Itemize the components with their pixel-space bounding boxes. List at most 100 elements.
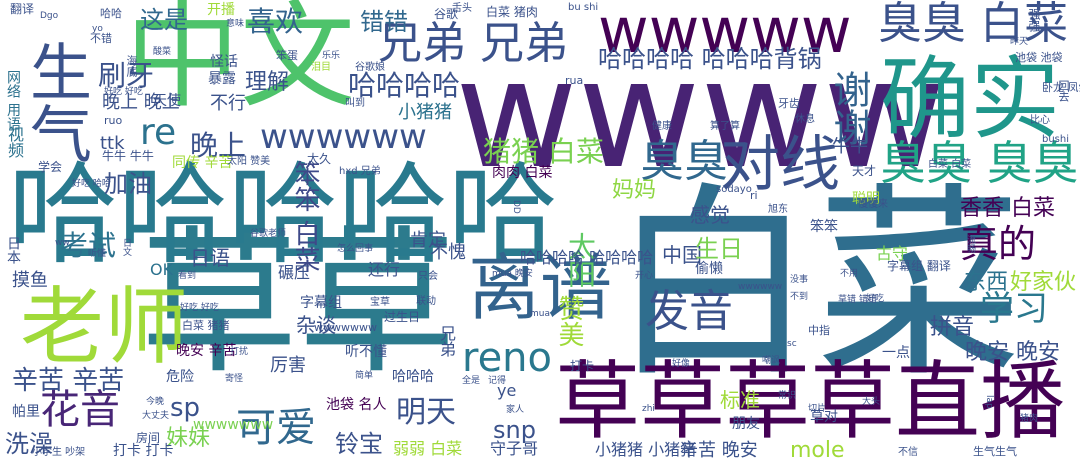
- word-cloud-term: 牙齿: [778, 97, 800, 110]
- word-cloud-term: 谷歌老师: [250, 229, 287, 239]
- word-cloud-term: 错错: [360, 8, 408, 36]
- word-cloud-term: 日语: [190, 246, 230, 270]
- word-cloud-term: 开播: [207, 2, 235, 18]
- word-cloud-term: 肉肉 白菜: [492, 165, 553, 181]
- word-cloud-term: 帕里: [12, 404, 40, 420]
- word-cloud-term: 字幕组 翻译: [887, 259, 951, 273]
- word-cloud-term: 明天: [396, 395, 456, 430]
- word-cloud-term: ruo: [104, 114, 123, 127]
- word-cloud-term: sodayo: [716, 184, 752, 195]
- word-cloud-term: 寄怪: [225, 374, 244, 384]
- word-cloud-term: 晚安 晚安: [965, 340, 1060, 365]
- word-cloud-term: 学会: [38, 160, 63, 174]
- word-cloud-term: 笨蛋: [276, 49, 298, 62]
- word-cloud-term: 听懂: [88, 249, 107, 259]
- word-cloud-term: 日文: [121, 238, 131, 256]
- word-cloud-term: 视频: [5, 126, 24, 158]
- word-cloud-term: wwwwwww: [314, 321, 377, 334]
- word-cloud-term: 标准: [720, 388, 760, 412]
- word-cloud-term: 学习: [980, 289, 1048, 329]
- word-cloud-term: 全是: [462, 376, 481, 386]
- word-cloud-term: 休息: [795, 114, 815, 125]
- word-cloud-term: 摸鱼: [12, 270, 48, 291]
- word-cloud-term: 还行: [368, 260, 401, 279]
- word-cloud-term: 守子哥: [490, 439, 539, 458]
- word-cloud-term: 笨笨 白菜: [290, 160, 320, 273]
- word-cloud-term: 切片: [808, 404, 827, 414]
- word-cloud-term: 不到: [790, 292, 809, 302]
- word-cloud-term: 确实: [880, 47, 1060, 152]
- word-cloud-term: 小猪猪 小猪猪: [595, 440, 697, 459]
- word-cloud-term: reno: [462, 335, 552, 381]
- word-cloud-term: 过生日: [384, 310, 421, 324]
- word-cloud-term: 加油: [104, 170, 152, 198]
- word-cloud-term: 哈哈哈哈 哈哈哈哈: [520, 248, 654, 267]
- word-cloud-term: 池袋 名人: [326, 397, 387, 413]
- word-cloud-term: 妈妈: [612, 178, 657, 203]
- word-cloud-term: re: [140, 112, 177, 153]
- word-cloud-term: 嘲讽: [762, 356, 781, 366]
- word-cloud-term: 只会: [418, 271, 438, 282]
- word-cloud-term: bu shi: [568, 2, 599, 13]
- word-cloud-term: 朋友: [732, 416, 760, 432]
- word-cloud-term: 晚安 辛苦: [176, 343, 237, 359]
- word-cloud-term: sc: [787, 339, 797, 349]
- word-cloud-term: 这是: [140, 6, 188, 34]
- word-cloud-term: 危险: [166, 369, 194, 385]
- word-cloud-term: 打卡: [570, 359, 595, 373]
- word-cloud-term: mua 晚安: [492, 269, 533, 279]
- word-cloud-term: 没事: [790, 275, 809, 285]
- word-cloud-term: 猪猪 白菜: [483, 135, 604, 168]
- word-cloud-term: 比心: [1030, 115, 1050, 126]
- word-cloud-term: 好吃 哈哈: [72, 179, 111, 189]
- word-cloud-term: 弱弱 白菜: [393, 439, 463, 458]
- word-cloud-term: 健康: [652, 121, 672, 132]
- word-cloud-term: 同传 辛苦: [172, 155, 233, 171]
- word-cloud-term: 发音: [645, 286, 733, 337]
- word-cloud-term: zhi: [642, 404, 655, 414]
- word-cloud-term: ww: [55, 238, 70, 248]
- word-cloud-term: 不信: [898, 447, 918, 458]
- word-cloud-term: OK: [150, 260, 174, 279]
- word-cloud-term: 日本: [5, 236, 21, 264]
- word-cloud-term: 花音: [40, 387, 120, 433]
- word-cloud-term: 生气生气: [973, 445, 1017, 458]
- word-cloud-term: 拼音: [930, 315, 975, 340]
- word-cloud-term: 看到: [178, 271, 197, 281]
- word-cloud-term: 慢慢来: [858, 199, 888, 210]
- word-cloud-term: 谢谢: [827, 70, 871, 146]
- word-cloud-term: 字幕组: [300, 295, 342, 311]
- word-cloud-term: 流畅: [965, 235, 975, 253]
- word-cloud-term: 厉害: [270, 355, 306, 376]
- word-cloud-term: 小学生 吵架: [32, 447, 86, 458]
- word-cloud-term: 宝草: [370, 297, 390, 308]
- word-cloud-term: 铃宝: [335, 430, 383, 458]
- word-cloud-term: 酸菜: [153, 47, 172, 57]
- word-cloud-term: 生日: [695, 235, 743, 263]
- word-cloud-term: 猪肉: [1020, 414, 1039, 424]
- word-cloud-term: yo: [92, 24, 103, 34]
- word-cloud-term: 生气: [19, 40, 92, 164]
- word-cloud-term: 不行: [210, 93, 246, 114]
- word-cloud-term: 乐乐: [322, 51, 341, 61]
- word-cloud-term: 叫到: [345, 98, 365, 109]
- word-cloud-term: 翻译: [10, 2, 35, 16]
- word-cloud-term: Dgo: [40, 11, 59, 21]
- word-cloud-term: 池袋 池袋: [1015, 51, 1063, 64]
- word-cloud-term: 东西: [964, 270, 1009, 295]
- word-cloud-term: 谷歌娘: [355, 62, 385, 73]
- word-cloud-term: 好吃: [866, 294, 885, 304]
- word-cloud: 白菜 草草 哈哈哈哈哈 wwww 中文 老师 草草草草直播 确实 离谱 wwww…: [0, 0, 1080, 463]
- word-cloud-term: 太阳 赞美: [227, 156, 271, 167]
- word-cloud-term: hxd 兄弟: [339, 166, 381, 177]
- word-cloud-term: 天才: [852, 164, 877, 178]
- word-cloud-term: 赞美: [554, 295, 584, 347]
- word-cloud-term: 牛牛 牛牛: [102, 149, 154, 163]
- word-cloud-term: 昨天: [1010, 37, 1029, 47]
- word-cloud-term: DD: [511, 200, 521, 214]
- word-cloud-term: 臭臭 臭臭: [880, 136, 1079, 190]
- word-cloud-term: 哈哈哈哈: [348, 69, 461, 102]
- word-cloud-term: 海底: [125, 55, 138, 77]
- word-cloud-term: 泪目: [311, 62, 331, 73]
- word-cloud-term: 一点: [882, 345, 910, 361]
